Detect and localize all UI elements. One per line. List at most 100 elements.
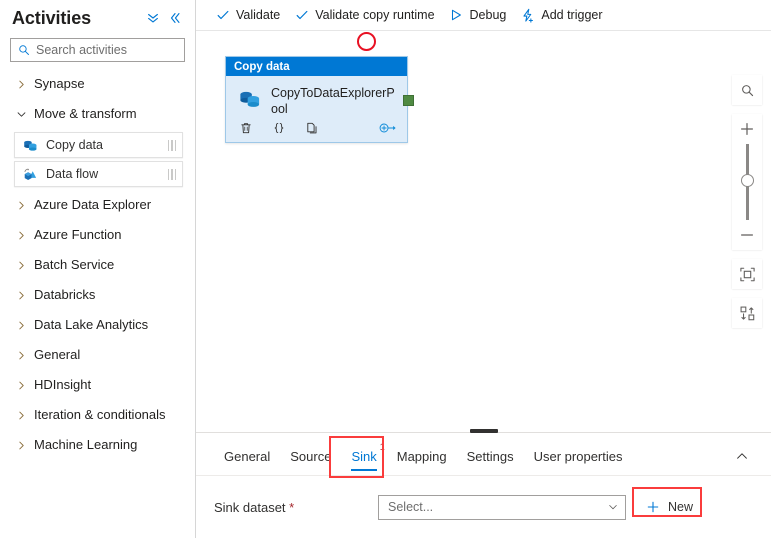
view-code-icon[interactable]	[271, 120, 287, 136]
node-actions	[226, 120, 407, 142]
new-dataset-label: New	[668, 500, 694, 514]
activity-node-copy-data[interactable]: Copy data CopyToDataExplorerPool	[225, 56, 414, 143]
tab-general[interactable]: General	[214, 449, 280, 475]
search-box[interactable]	[10, 38, 197, 62]
sidebar-group-general[interactable]: General	[0, 340, 195, 370]
zoom-to-fit-search-icon[interactable]	[732, 75, 762, 105]
sink-dataset-select[interactable]: Select...	[378, 494, 626, 520]
chevron-up-icon[interactable]	[729, 443, 755, 469]
collapse-panel-icon[interactable]	[165, 8, 185, 28]
validate-copy-runtime-label: Validate copy runtime	[315, 8, 435, 22]
canvas-tools	[732, 75, 762, 337]
zoom-out-icon[interactable]	[732, 220, 762, 250]
collapse-all-icon[interactable]	[143, 8, 163, 28]
sink-form: Sink dataset * Select... New	[196, 476, 771, 538]
activities-tree: Synapse Move & transform Copy data Data …	[0, 62, 195, 460]
delete-activity-icon[interactable]	[238, 120, 254, 136]
data-flow-icon	[21, 165, 39, 183]
sidebar-group-azure-function[interactable]: Azure Function	[0, 220, 195, 250]
main-area: Validate Validate copy runtime Debug Add…	[196, 0, 771, 538]
sidebar-group-label: Batch Service	[34, 257, 115, 272]
copy-data-icon	[21, 136, 39, 154]
sidebar-group-label: HDInsight	[34, 377, 92, 392]
tab-label: Settings	[466, 449, 514, 464]
zoom-slider-thumb[interactable]	[741, 174, 754, 187]
chevron-right-icon	[14, 198, 28, 212]
panel-resize-handle[interactable]	[469, 429, 498, 433]
sidebar-group-label: Machine Learning	[34, 437, 138, 452]
clone-activity-icon[interactable]	[304, 120, 320, 136]
activity-copy-data[interactable]: Copy data	[14, 132, 183, 158]
chevron-down-icon	[607, 501, 619, 513]
tab-sink[interactable]: Sink 1	[341, 443, 386, 475]
sidebar-group-machine-learning[interactable]: Machine Learning	[0, 430, 195, 460]
node-header: Copy data	[226, 57, 407, 76]
search-container	[0, 32, 197, 62]
chevron-right-icon	[14, 438, 28, 452]
tab-active-underline	[351, 469, 377, 471]
sidebar-group-data-lake-analytics[interactable]: Data Lake Analytics	[0, 310, 195, 340]
sidebar-group-hdinsight[interactable]: HDInsight	[0, 370, 195, 400]
page-title: Activities	[12, 8, 92, 28]
chevron-right-icon	[14, 378, 28, 392]
new-dataset-button[interactable]: New	[640, 495, 701, 520]
zoom-control	[732, 114, 762, 250]
chevron-right-icon	[14, 288, 28, 302]
search-input[interactable]	[36, 43, 197, 57]
tab-mapping[interactable]: Mapping	[387, 449, 457, 475]
sidebar-group-iteration-conditionals[interactable]: Iteration & conditionals	[0, 400, 195, 430]
sidebar-group-azure-data-explorer[interactable]: Azure Data Explorer	[0, 190, 195, 220]
annotation-circle	[357, 32, 376, 51]
lightning-plus-icon	[520, 8, 535, 23]
sidebar-group-label: Azure Data Explorer	[34, 197, 152, 212]
activity-label: Data flow	[46, 167, 99, 181]
pipeline-canvas[interactable]: Copy data CopyToDataExplorerPool	[196, 31, 771, 432]
sidebar-group-label: General	[34, 347, 81, 362]
debug-label: Debug	[469, 8, 507, 22]
tab-user-properties[interactable]: User properties	[524, 449, 633, 475]
activity-properties-panel: General Source Sink 1 Mapping Settings U…	[196, 429, 771, 538]
node-output-port[interactable]	[403, 95, 414, 106]
node-name-label: CopyToDataExplorerPool	[271, 86, 395, 116]
debug-button[interactable]: Debug	[442, 2, 514, 28]
sidebar-group-label: Databricks	[34, 287, 96, 302]
tab-label: Mapping	[396, 449, 447, 464]
azure-data-factory-pipeline-editor: Activities Synapse	[0, 0, 771, 538]
tab-settings[interactable]: Settings	[457, 449, 524, 475]
tab-label: Source	[290, 449, 332, 464]
validate-button[interactable]: Validate	[208, 2, 287, 28]
add-trigger-button[interactable]: Add trigger	[513, 2, 609, 28]
chevron-right-icon	[14, 258, 28, 272]
node-body: CopyToDataExplorerPool	[226, 76, 407, 120]
zoom-in-icon[interactable]	[732, 114, 762, 144]
search-icon	[17, 43, 31, 57]
add-trigger-label: Add trigger	[541, 8, 603, 22]
sink-dataset-label: Sink dataset *	[214, 500, 378, 515]
chevron-right-icon	[14, 408, 28, 422]
check-icon	[215, 8, 230, 23]
validate-copy-runtime-button[interactable]: Validate copy runtime	[287, 2, 441, 28]
activity-label: Copy data	[46, 138, 103, 152]
activity-data-flow[interactable]: Data flow	[14, 161, 183, 187]
chevron-right-icon	[14, 348, 28, 362]
zoom-slider[interactable]	[732, 144, 762, 220]
add-output-icon[interactable]	[377, 120, 397, 136]
sidebar-group-move-transform[interactable]: Move & transform	[0, 99, 195, 129]
sidebar-group-label: Move & transform	[34, 106, 137, 121]
fit-to-screen-icon[interactable]	[732, 259, 762, 289]
auto-align-icon[interactable]	[732, 298, 762, 328]
sidebar-group-synapse[interactable]: Synapse	[0, 69, 195, 99]
tab-label: Sink	[351, 449, 377, 464]
tab-source[interactable]: Source	[280, 449, 341, 475]
sidebar-group-databricks[interactable]: Databricks	[0, 280, 195, 310]
required-marker: *	[289, 499, 295, 515]
sink-dataset-select-value: Select...	[388, 500, 434, 514]
drag-handle-icon[interactable]	[167, 168, 176, 180]
sink-dataset-label-text: Sink dataset	[214, 499, 290, 515]
pipeline-toolbar: Validate Validate copy runtime Debug Add…	[196, 0, 771, 31]
sidebar-group-batch-service[interactable]: Batch Service	[0, 250, 195, 280]
tab-badge: 1	[379, 442, 385, 452]
chevron-right-icon	[14, 228, 28, 242]
drag-handle-icon[interactable]	[167, 139, 176, 151]
plus-icon	[644, 500, 662, 514]
